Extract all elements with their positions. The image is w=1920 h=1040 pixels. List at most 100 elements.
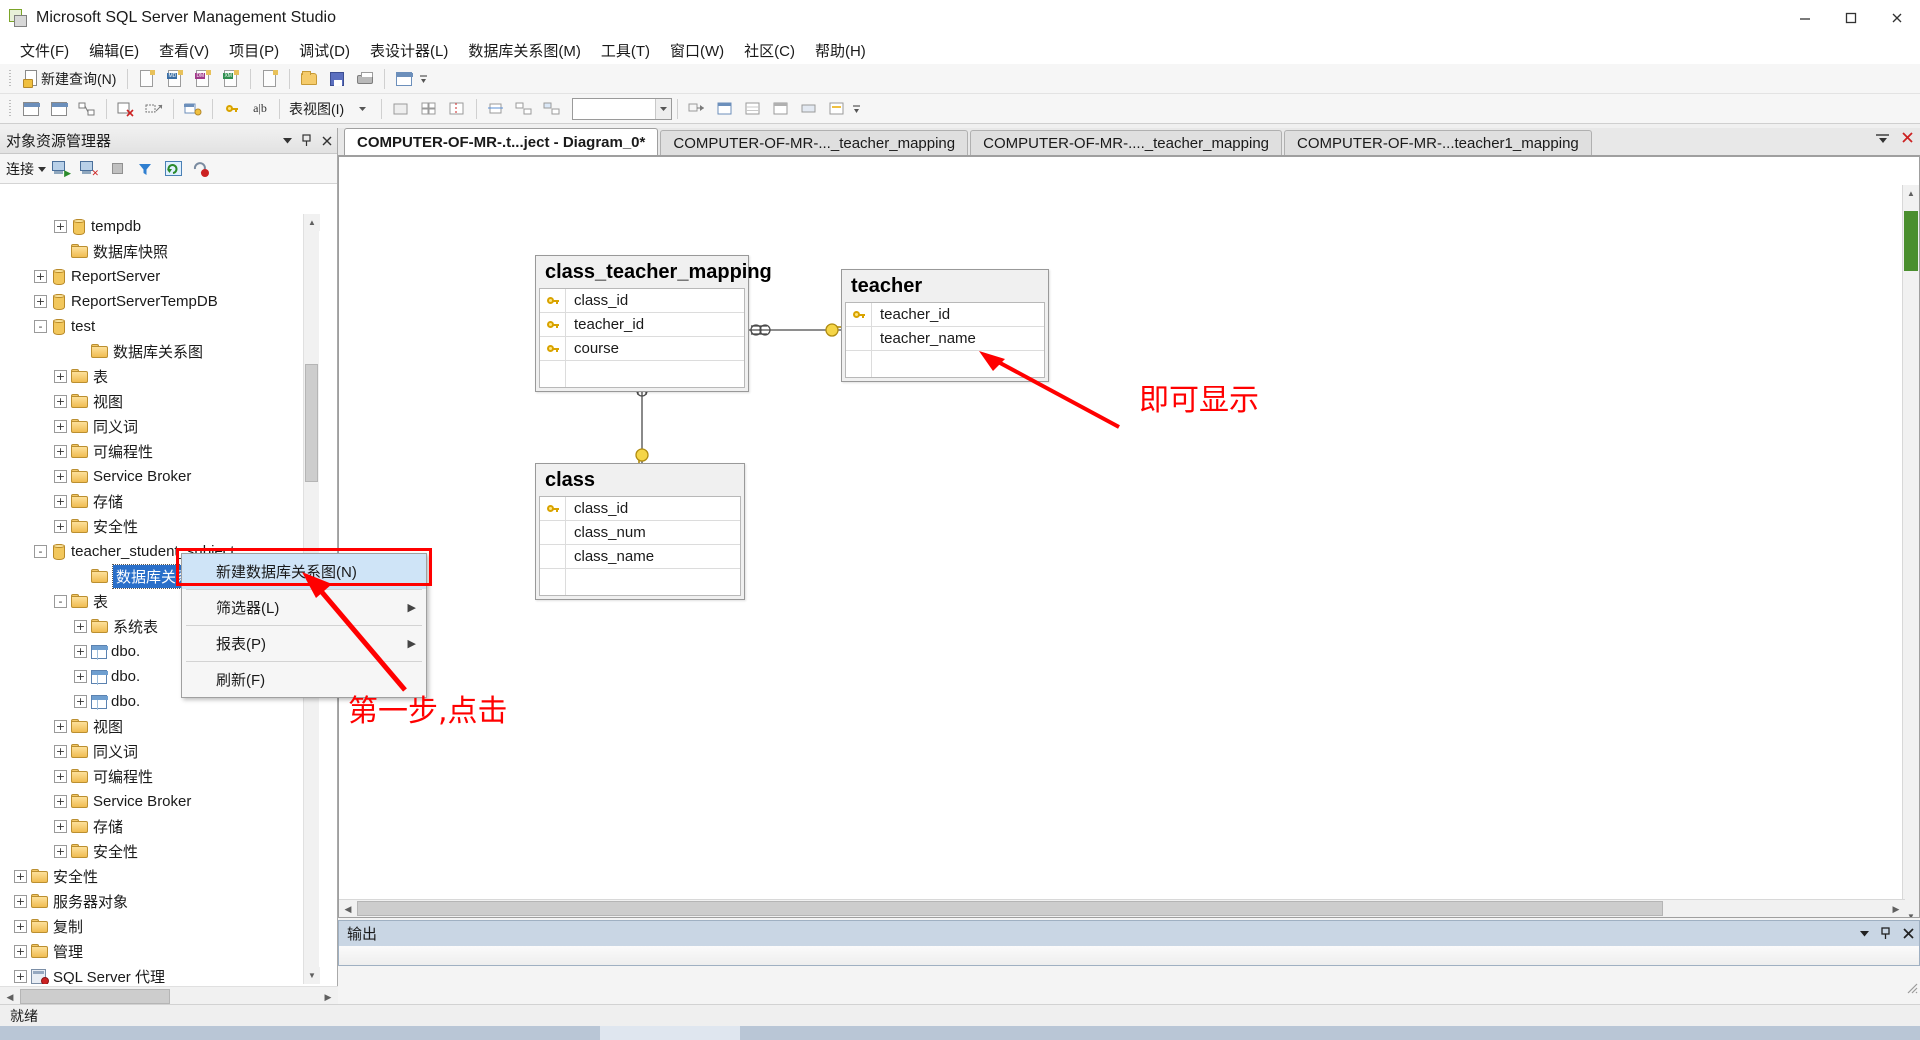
table-view-column-names-button[interactable]	[740, 97, 766, 121]
scroll-left-arrow[interactable]: ◀	[2, 989, 18, 1005]
refresh-button[interactable]	[160, 157, 186, 181]
stop-button[interactable]	[104, 157, 130, 181]
expand-toggle[interactable]: +	[54, 420, 67, 433]
scroll-right-arrow[interactable]: ▶	[320, 989, 336, 1005]
new-xmla-query-button[interactable]: XM	[218, 67, 244, 91]
diagram-canvas[interactable]: class_teacher_mapping class_id teacher_i…	[338, 156, 1920, 918]
stop-refresh-button[interactable]	[188, 157, 214, 181]
tree-item[interactable]: 数据库快照	[0, 239, 320, 264]
expand-toggle[interactable]: +	[74, 670, 87, 683]
tree-item[interactable]: + 复制	[0, 914, 320, 939]
save-button[interactable]	[324, 67, 350, 91]
open-file-button[interactable]	[296, 67, 322, 91]
table-view-name-only-button[interactable]	[796, 97, 822, 121]
tree-item[interactable]: + 存储	[0, 814, 320, 839]
relationships-button[interactable]	[180, 97, 206, 121]
new-document-button[interactable]	[257, 67, 283, 91]
expand-toggle[interactable]: +	[34, 295, 47, 308]
tree-item[interactable]: + Service Broker	[0, 789, 320, 814]
collapse-toggle[interactable]: -	[34, 545, 47, 558]
disconnect-server-button[interactable]: ✕	[76, 157, 102, 181]
show-relationship-labels-button[interactable]	[388, 97, 414, 121]
zoom-combo[interactable]	[572, 97, 673, 120]
hscrollbar-thumb[interactable]	[20, 989, 170, 1004]
scroll-down-arrow[interactable]: ▼	[1903, 908, 1919, 917]
expand-toggle[interactable]: +	[54, 820, 67, 833]
menu-file[interactable]: 文件(F)	[10, 37, 79, 64]
scroll-up-arrow[interactable]: ▲	[304, 214, 320, 231]
collapse-toggle[interactable]: -	[54, 595, 67, 608]
filter-icon[interactable]	[132, 157, 158, 181]
tree-item[interactable]: + 可编程性	[0, 439, 320, 464]
expand-toggle[interactable]: +	[54, 845, 67, 858]
table-row[interactable]: teacher_id	[540, 313, 744, 337]
diagram-table-class[interactable]: class class_id class_num class_name	[535, 463, 745, 600]
print-button[interactable]	[352, 67, 378, 91]
tree-item[interactable]: + tempdb	[0, 214, 320, 239]
tab-teacher1-mapping[interactable]: COMPUTER-OF-MR-...teacher1_mapping	[1284, 130, 1592, 155]
pin-icon[interactable]	[1875, 922, 1897, 946]
table-row[interactable]: class_id	[540, 289, 744, 313]
expand-toggle[interactable]: +	[14, 920, 27, 933]
tree-item[interactable]: + ReportServerTempDB	[0, 289, 320, 314]
expand-toggle[interactable]: +	[74, 645, 87, 658]
tree-item[interactable]: + 可编程性	[0, 764, 320, 789]
activity-monitor-button[interactable]	[391, 67, 417, 91]
expand-toggle[interactable]: +	[14, 870, 27, 883]
table-view-standard-button[interactable]	[712, 97, 738, 121]
table-view-custom-button[interactable]	[824, 97, 850, 121]
tree-item[interactable]: + 管理	[0, 939, 320, 964]
add-table-button[interactable]	[46, 97, 72, 121]
scroll-up-arrow[interactable]: ▲	[1903, 185, 1919, 202]
expand-toggle[interactable]: +	[74, 620, 87, 633]
tree-item[interactable]: - test	[0, 314, 320, 339]
menu-tools[interactable]: 工具(T)	[591, 37, 660, 64]
expand-toggle[interactable]: +	[14, 970, 27, 983]
menu-debug[interactable]: 调试(D)	[289, 37, 360, 64]
expand-toggle[interactable]: +	[74, 695, 87, 708]
tree-item[interactable]: + 同义词	[0, 414, 320, 439]
canvas-horizontal-scrollbar[interactable]: ◀ ▶	[339, 899, 1905, 917]
close-tab-icon[interactable]	[1898, 131, 1916, 147]
arrange-selection-button[interactable]	[539, 97, 565, 121]
toolbar2-grip[interactable]	[7, 99, 14, 119]
menu-community[interactable]: 社区(C)	[734, 37, 805, 64]
table-view-keys-button[interactable]	[768, 97, 794, 121]
menu-edit[interactable]: 编辑(E)	[79, 37, 149, 64]
table-view-label[interactable]: 表视图(I)	[285, 99, 348, 119]
pin-icon[interactable]	[297, 130, 317, 152]
expand-toggle[interactable]: +	[54, 470, 67, 483]
tab-teacher-mapping-1[interactable]: COMPUTER-OF-MR-..._teacher_mapping	[660, 130, 969, 155]
expand-toggle[interactable]: +	[54, 795, 67, 808]
new-file-button[interactable]	[134, 67, 160, 91]
tree-item[interactable]: + 视图	[0, 714, 320, 739]
scroll-down-arrow[interactable]: ▼	[304, 967, 320, 984]
toolbar-overflow-button[interactable]	[418, 68, 429, 90]
toolbar2-overflow-button[interactable]	[851, 98, 862, 120]
remove-from-diagram-button[interactable]	[141, 97, 167, 121]
new-dmx-query-button[interactable]: DM	[190, 67, 216, 91]
tab-diagram-0[interactable]: COMPUTER-OF-MR-.t...ject - Diagram_0*	[344, 128, 659, 155]
expand-toggle[interactable]: +	[14, 945, 27, 958]
autosize-tables-button[interactable]	[483, 97, 509, 121]
table-row[interactable]: class_name	[540, 545, 740, 569]
expand-toggle[interactable]: +	[54, 520, 67, 533]
scroll-right-arrow[interactable]: ▶	[1888, 901, 1904, 917]
arrange-tables-button[interactable]	[511, 97, 537, 121]
menu-window[interactable]: 窗口(W)	[660, 37, 734, 64]
table-row[interactable]: class_num	[540, 521, 740, 545]
menu-table-designer[interactable]: 表设计器(L)	[360, 37, 458, 64]
tree-item[interactable]: + 存储	[0, 489, 320, 514]
close-icon[interactable]	[317, 130, 337, 152]
expand-toggle[interactable]: +	[54, 745, 67, 758]
tree-item[interactable]: + 同义词	[0, 739, 320, 764]
tree-item[interactable]: + 视图	[0, 389, 320, 414]
minimize-button[interactable]	[1782, 0, 1828, 36]
tree-item[interactable]: 数据库关系图	[0, 339, 320, 364]
set-primary-key-button[interactable]	[219, 97, 245, 121]
toolbar-grip[interactable]	[7, 69, 14, 89]
scrollbar-thumb[interactable]	[1904, 211, 1918, 271]
close-button[interactable]	[1874, 0, 1920, 36]
table-row[interactable]: course	[540, 337, 744, 361]
recalculate-page-breaks-button[interactable]	[444, 97, 470, 121]
